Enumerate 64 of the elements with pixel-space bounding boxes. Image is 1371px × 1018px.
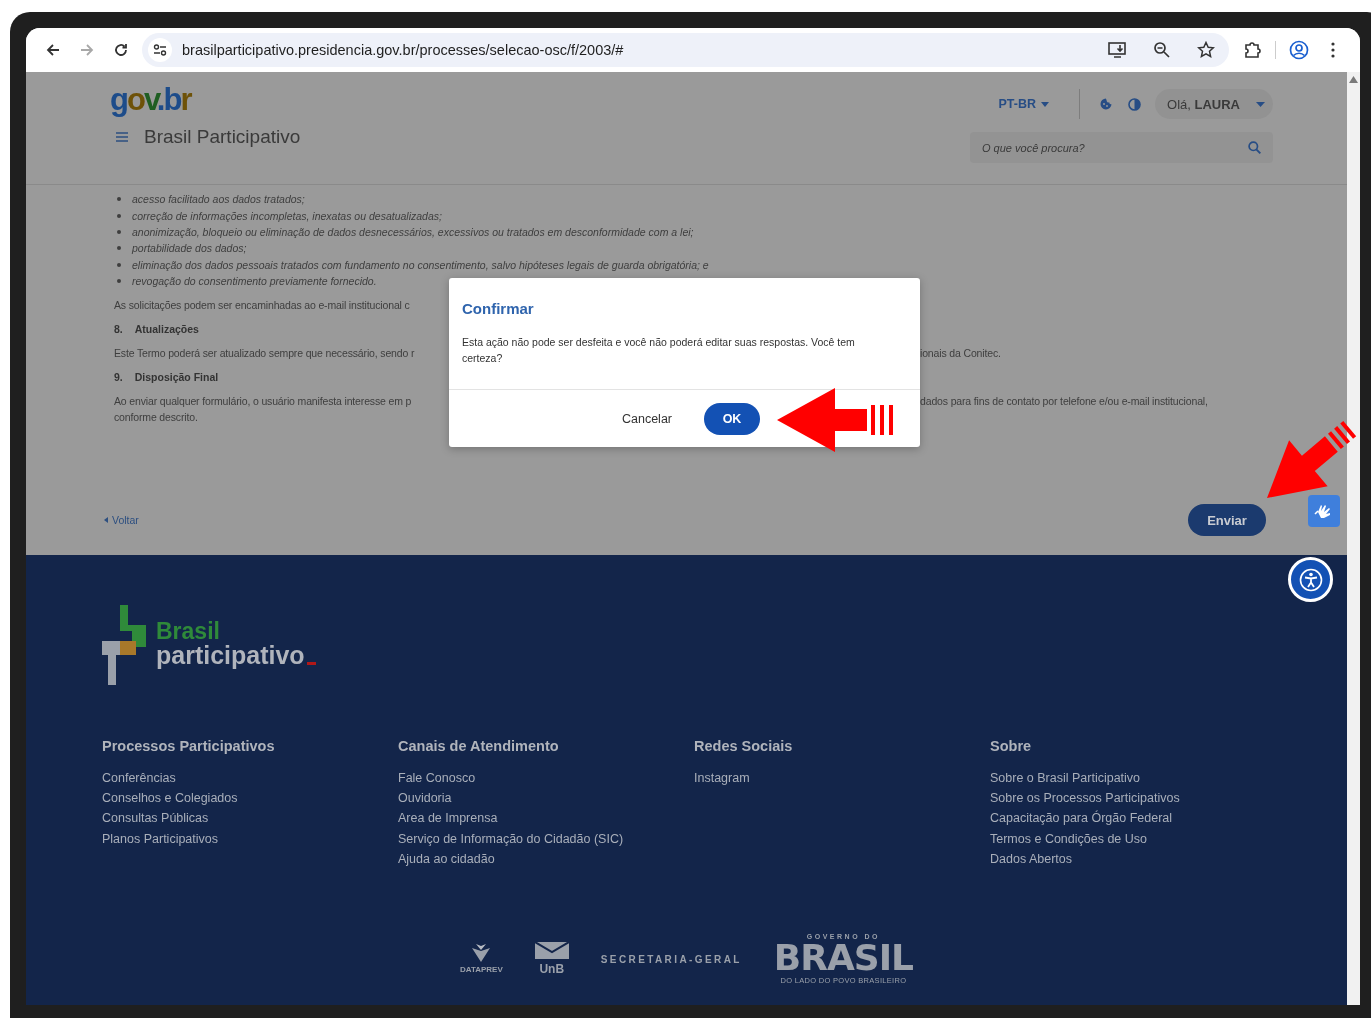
- partner-name: UnB: [539, 962, 565, 976]
- list-item-text: correção de informações incompletas, inexatas ou desatualizadas;: [132, 209, 442, 222]
- brand-name: Brasil: [156, 619, 221, 643]
- cursor-mark: [306, 662, 316, 665]
- list-item-text: anonimização, bloqueio ou eliminação de dados desnecessários, excessivos ou tratados em desconformidade com a lei;: [132, 225, 694, 238]
- footer-link[interactable]: Ouvidoria: [398, 788, 694, 809]
- paragraph-text: dados para fins de contato por telefone e/ou e-mail institucional,: [920, 394, 1208, 410]
- brand-name: participativo: [156, 643, 305, 667]
- search-field[interactable]: O que você procura?: [970, 132, 1273, 163]
- footer-link[interactable]: Conferências: [102, 768, 398, 789]
- site-title: Brasil Participativo: [144, 126, 301, 148]
- partner-name: BRASIL: [773, 940, 914, 976]
- address-bar[interactable]: brasilparticipativo.presidencia.gov.br/processes/selecao-osc/f/2003/#: [142, 33, 1229, 67]
- list-item-text: acesso facilitado aos dados tratados;: [132, 193, 305, 206]
- column-heading: Sobre: [990, 738, 1033, 754]
- footer-link[interactable]: Termos e Condições de Uso: [990, 828, 1286, 849]
- cookie-icon[interactable]: [1100, 98, 1113, 110]
- column-heading: Processos Participativos: [102, 738, 276, 754]
- footer-link[interactable]: Capacitação para Órgão Federal: [990, 808, 1286, 829]
- footer-link[interactable]: Consultas Públicas: [102, 808, 398, 829]
- list-item-text: eliminação dos dados pessoais tratados com fundamento no consentimento, salvo hipóteses legais de guarda obrigatória; e: [132, 258, 709, 271]
- paragraph-text: Ao enviar qualquer formulário, o usuário manifesta interesse em p: [114, 394, 413, 410]
- footer-link[interactable]: Ajuda ao cidadão: [398, 848, 694, 869]
- section-heading: Atualizações: [134, 322, 199, 338]
- list-item-text: portabilidade dos dados;: [132, 242, 247, 255]
- footer-link[interactable]: Instagram: [694, 768, 990, 789]
- sign-language-button[interactable]: [1308, 495, 1340, 527]
- contrast-icon[interactable]: [1128, 97, 1142, 111]
- paragraph-text: Este Termo poderá ser atualizado sempre que necessário, sendo r: [114, 346, 416, 362]
- dialog-title: Confirmar: [462, 300, 535, 317]
- column-heading: Redes Sociais: [694, 738, 794, 754]
- caret-icon: [104, 517, 108, 523]
- logo-mark-icon: [102, 605, 148, 685]
- caret-icon: [1256, 101, 1265, 107]
- layered-shape-icon: [470, 944, 493, 962]
- footer-link[interactable]: Sobre o Brasil Participativo: [990, 768, 1286, 789]
- envelope-icon: [534, 942, 569, 959]
- footer-link[interactable]: Conselhos e Colegiados: [102, 788, 398, 809]
- submit-button[interactable]: Enviar: [1188, 504, 1266, 536]
- section-number: 9.: [114, 370, 123, 386]
- user-menu[interactable]: Olá, LAURA: [1155, 89, 1273, 119]
- footer-link[interactable]: Planos Participativos: [102, 828, 398, 849]
- search-icon[interactable]: [1248, 141, 1261, 154]
- partner-name: SECRETARIA-GERAL: [600, 953, 742, 965]
- paragraph-text: ionais da Conitec.: [920, 346, 1001, 362]
- cancel-button[interactable]: Cancelar: [615, 405, 678, 432]
- tune-icon[interactable]: [148, 38, 172, 62]
- paragraph-text: conforme descrito.: [114, 410, 199, 426]
- partner-name: DATAPREV: [459, 965, 503, 974]
- caret-icon: [1041, 101, 1050, 107]
- person-icon: [1298, 567, 1323, 592]
- column-heading: Canais de Atendimento: [398, 738, 560, 754]
- footer-link[interactable]: Fale Conosco: [398, 768, 694, 789]
- footer-link[interactable]: Dados Abertos: [990, 848, 1286, 869]
- footer-link[interactable]: Sobre os Processos Participativos: [990, 788, 1286, 809]
- ok-button[interactable]: OK: [704, 402, 760, 435]
- dialog-message: Esta ação não pode ser desfeita e você não poderá editar suas respostas. Você tem certeza?: [462, 335, 856, 366]
- section-heading: Disposição Final: [134, 370, 219, 386]
- paragraph-text: As solicitações podem ser encaminhadas ao e-mail institucional c: [114, 298, 411, 314]
- list-item-text: revogação do consentimento previamente fornecido.: [132, 275, 377, 288]
- section-number: 8.: [114, 322, 123, 338]
- footer-link[interactable]: Area de Imprensa: [398, 808, 694, 829]
- scroll-up-icon[interactable]: [1349, 76, 1358, 83]
- footer-link[interactable]: Serviço de Informação do Cidadão (SIC): [398, 828, 694, 849]
